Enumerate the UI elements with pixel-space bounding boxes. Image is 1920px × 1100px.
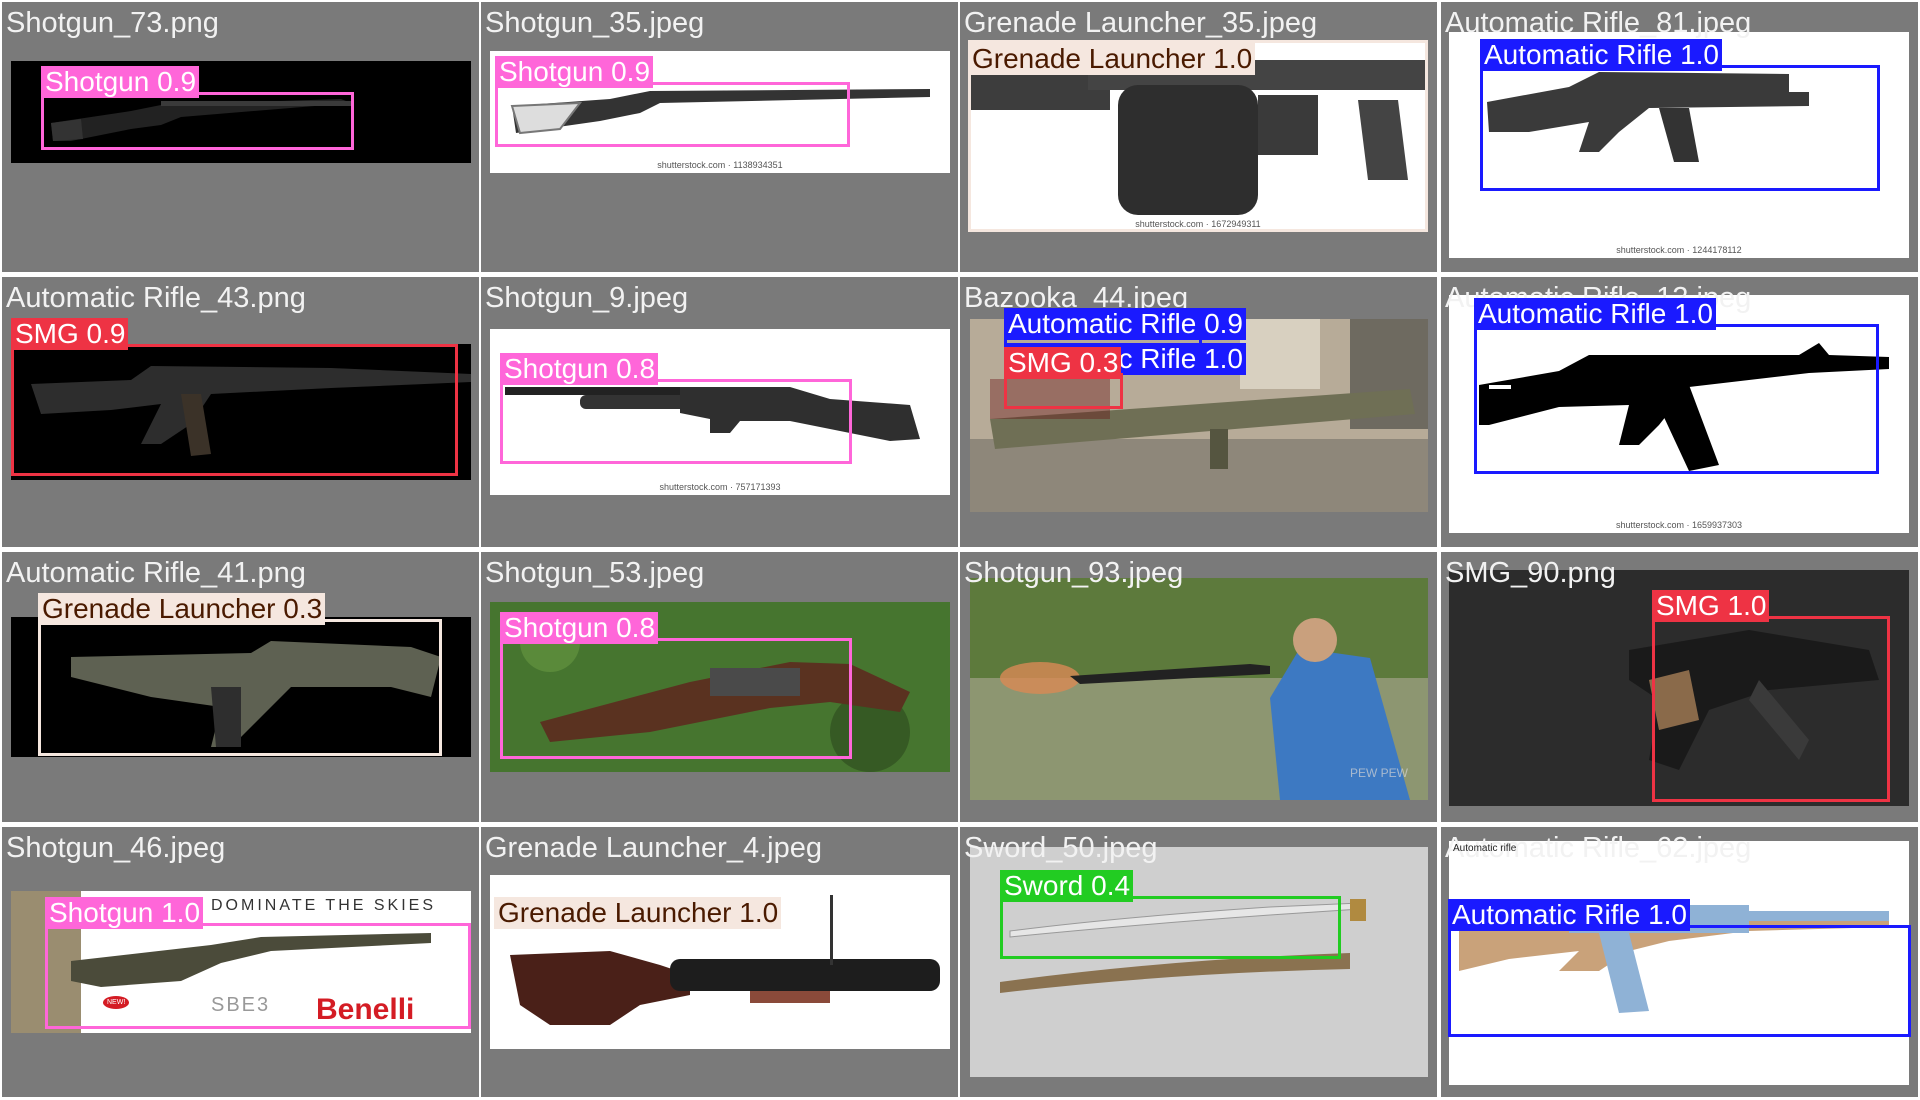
detection-label: SMG 0.3 <box>1004 347 1122 379</box>
image-filename: SMG_90.png <box>1445 557 1616 589</box>
image-tile[interactable]: Automatic Rifle_43.png SMG 0.9 <box>2 277 479 547</box>
detection-label: Grenade Launcher 0.3 <box>38 593 326 625</box>
detection-label: SMG 1.0 <box>1652 590 1770 622</box>
watermark: shutterstock.com · 1244178112 <box>1616 245 1742 255</box>
image-tile[interactable]: Shotgun_35.jpeg shutterstock.com · 11389… <box>481 2 958 272</box>
image-filename: Automatic Rifle_43.png <box>6 282 306 314</box>
image-tile[interactable]: Sword_50.jpeg Sword 0.4 <box>960 827 1437 1097</box>
detection-label: Grenade Launcher 1.0 <box>494 897 782 929</box>
detection-box[interactable]: SMG 1.0 <box>1652 590 1890 802</box>
image-filename: Automatic Rifle_81.jpeg <box>1445 7 1752 39</box>
watermark: shutterstock.com · 1138934351 <box>657 160 783 170</box>
detection-box[interactable]: SMG 0.3 <box>1004 347 1123 409</box>
detection-box[interactable]: Automatic Rifle 1.0 <box>1480 39 1880 191</box>
detection-label: Shotgun 0.8 <box>500 353 659 385</box>
thumbnail-image: PEW PEW <box>970 578 1428 800</box>
watermark: PEW PEW <box>1349 766 1408 780</box>
detection-results-grid: Shotgun_73.png Shotgun 0.9 Shotgun_35.jp… <box>0 0 1920 1100</box>
detection-label: Automatic Rifle 1.0 <box>1448 899 1690 931</box>
detection-box[interactable]: SMG 0.9 <box>11 318 458 476</box>
detection-box[interactable]: Automatic Rifle 1.0 <box>1474 298 1879 474</box>
detection-box[interactable]: Grenade Launcher 0.3 <box>38 593 442 756</box>
image-tile[interactable]: Bazooka_44.jpeg Automatic Rifle 0.9 Auto… <box>960 277 1437 547</box>
detection-box[interactable]: Automatic Rifle 1.0 <box>1448 899 1911 1037</box>
detection-label: Grenade Launcher 1.0 <box>968 43 1256 75</box>
watermark: shutterstock.com · 757171393 <box>659 482 781 492</box>
detection-box[interactable]: Grenade Launcher 1.0 <box>494 897 949 929</box>
detection-box[interactable]: Grenade Launcher 1.0 <box>968 40 1428 232</box>
image-filename: Shotgun_93.jpeg <box>964 557 1184 589</box>
image-tile[interactable]: Automatic Rifle_41.png Grenade Launcher … <box>2 552 479 822</box>
detection-box[interactable]: Shotgun 0.8 <box>500 612 852 759</box>
image-filename: Shotgun_73.png <box>6 7 219 39</box>
image-tile[interactable]: Automatic Rifle_81.jpeg shutterstock.com… <box>1441 2 1918 272</box>
image-filename: Shotgun_53.jpeg <box>485 557 705 589</box>
image-tile[interactable]: Automatic Rifle_62.jpeg Automatic rifle … <box>1441 827 1918 1097</box>
ad-tagline: DOMINATE THE SKIES <box>211 897 436 914</box>
detection-label: Sword 0.4 <box>1000 870 1134 902</box>
image-filename: Sword_50.jpeg <box>964 832 1158 864</box>
image-filename: Shotgun_46.jpeg <box>6 832 226 864</box>
image-filename: Shotgun_9.jpeg <box>485 282 689 314</box>
detection-box[interactable]: Shotgun 0.8 <box>500 353 852 464</box>
image-filename: Grenade Launcher_35.jpeg <box>964 7 1318 39</box>
image-tile[interactable]: Shotgun_93.jpeg PEW PEW <box>960 552 1437 822</box>
image-tile[interactable]: Shotgun_73.png Shotgun 0.9 <box>2 2 479 272</box>
detection-label: Shotgun 1.0 <box>45 897 204 929</box>
image-tile[interactable]: Grenade Launcher_35.jpeg shutterstock.co… <box>960 2 1437 272</box>
detection-label: Automatic Rifle 1.0 <box>1474 298 1716 330</box>
detection-box[interactable]: Shotgun 0.9 <box>41 66 354 150</box>
image-tile[interactable]: Shotgun_9.jpeg shutterstock.com · 757171… <box>481 277 958 547</box>
detection-box[interactable]: Shotgun 1.0 <box>45 897 471 1029</box>
image-tile[interactable]: Shotgun_53.jpeg Shotgun 0.8 <box>481 552 958 822</box>
detection-label: Shotgun 0.9 <box>41 66 200 98</box>
detection-box[interactable]: Shotgun 0.9 <box>495 56 850 147</box>
detection-box[interactable]: Sword 0.4 <box>1000 870 1341 959</box>
image-tile[interactable]: Grenade Launcher_4.jpeg Grenade Launcher… <box>481 827 958 1097</box>
detection-label: Shotgun 0.9 <box>495 56 654 88</box>
detection-label: Automatic Rifle 0.9 <box>1004 308 1246 340</box>
detection-label: SMG 0.9 <box>11 318 129 350</box>
image-filename: Grenade Launcher_4.jpeg <box>485 832 822 864</box>
image-filename: Shotgun_35.jpeg <box>485 7 705 39</box>
detection-label: Shotgun 0.8 <box>500 612 659 644</box>
image-tile[interactable]: SMG_90.png SMG 1.0 <box>1441 552 1918 822</box>
detection-label: Automatic Rifle 1.0 <box>1480 39 1722 71</box>
image-tile[interactable]: Automatic Rifle_12.jpeg shutterstock.com… <box>1441 277 1918 547</box>
image-tile[interactable]: Shotgun_46.jpeg DOMINATE THE SKIES Benel… <box>2 827 479 1097</box>
diagram-title: Automatic rifle <box>1453 843 1517 854</box>
image-filename: Automatic Rifle_41.png <box>6 557 306 589</box>
watermark: shutterstock.com · 1659937303 <box>1615 520 1743 530</box>
